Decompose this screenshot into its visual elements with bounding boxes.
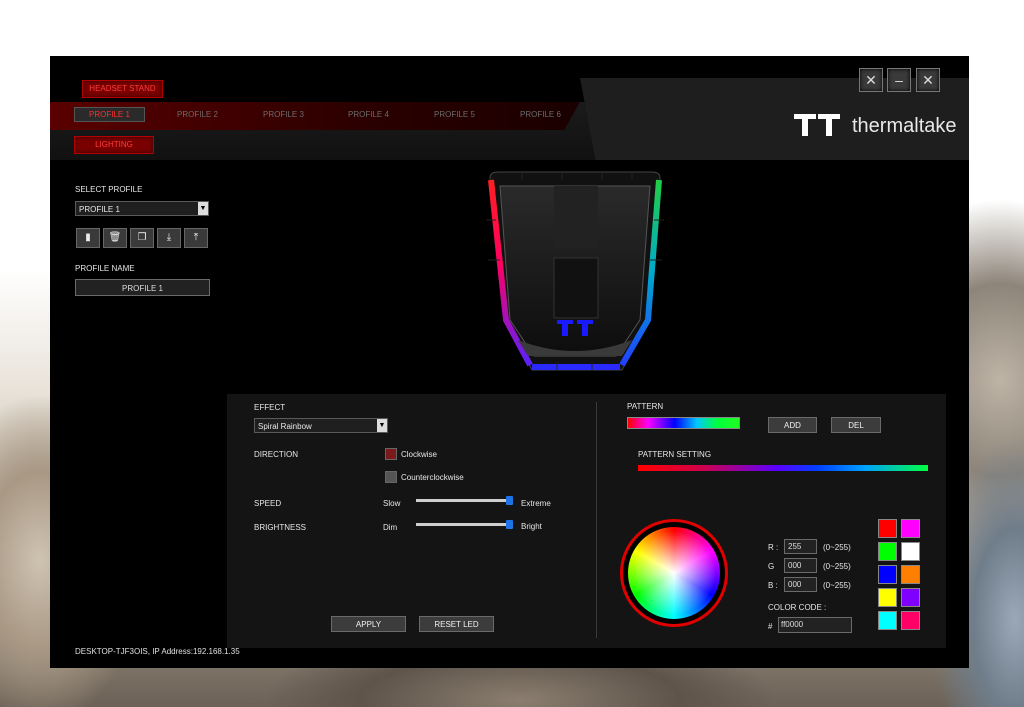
color-swatch[interactable] (901, 565, 920, 584)
effect-label: EFFECT (254, 403, 286, 412)
color-wheel[interactable] (628, 527, 720, 619)
import-icon: ⤓ (166, 232, 172, 243)
brightness-label: BRIGHTNESS (254, 523, 307, 532)
profile-name-input[interactable]: PROFILE 1 (75, 279, 210, 296)
color-swatch[interactable] (901, 611, 920, 630)
wrench-screwdriver-icon: ✕ (865, 72, 877, 88)
brightness-slider-handle[interactable] (506, 520, 513, 529)
color-swatch[interactable] (878, 519, 897, 538)
color-wheel-ring (620, 519, 728, 627)
speed-slider[interactable] (416, 496, 513, 505)
minimize-button[interactable]: – (887, 68, 911, 92)
brand-name: thermaltake (852, 114, 957, 137)
counterclockwise-label: Counterclockwise (401, 473, 464, 482)
tools-button[interactable]: ✕ (859, 68, 883, 92)
pattern-setting-bar[interactable] (638, 465, 928, 471)
counterclockwise-checkbox[interactable] (385, 471, 397, 483)
delete-pattern-button[interactable]: DEL (831, 417, 881, 433)
pattern-setting-label: PATTERN SETTING (638, 450, 712, 459)
reset-led-button[interactable]: RESET LED (419, 616, 494, 632)
lighting-button[interactable]: LIGHTING (74, 136, 154, 154)
apply-button[interactable]: APPLY (331, 616, 406, 632)
speed-slider-handle[interactable] (506, 496, 513, 505)
new-profile-button[interactable]: ▮ (76, 228, 100, 248)
delete-profile-button[interactable]: 🗑 (103, 228, 127, 248)
direction-label: DIRECTION (254, 450, 298, 459)
profile-name-label: PROFILE NAME (75, 264, 135, 273)
color-swatch[interactable] (878, 588, 897, 607)
thermaltake-logo: thermaltake (794, 114, 957, 138)
tt-logo-icon (794, 114, 840, 136)
panel-divider (596, 402, 597, 638)
import-profile-button[interactable]: ⤓ (157, 228, 181, 248)
r-label: R : (768, 543, 779, 552)
color-swatch[interactable] (878, 611, 897, 630)
color-swatch[interactable] (901, 542, 920, 561)
minus-icon: – (895, 72, 903, 88)
brightness-slider[interactable] (416, 520, 513, 529)
app-window: ✕ – ✕ HEADSET STAND LIGHTING PROFILE 1 PR… (50, 56, 969, 668)
r-range-label: (0~255) (823, 543, 851, 552)
speed-label: SPEED (254, 499, 282, 508)
tab-profile-5[interactable]: PROFILE 5 (434, 110, 475, 119)
r-input[interactable]: 255 (784, 539, 817, 554)
pattern-label: PATTERN (627, 402, 664, 411)
copy-icon: ❐ (137, 232, 147, 243)
export-icon: ⤒ (193, 232, 199, 243)
trash-icon: 🗑 (108, 232, 122, 243)
tab-profile-3[interactable]: PROFILE 3 (263, 110, 304, 119)
clockwise-label: Clockwise (401, 450, 438, 459)
copy-profile-button[interactable]: ❐ (130, 228, 154, 248)
headset-stand-button[interactable]: HEADSET STAND (82, 80, 163, 98)
profile-select-value: PROFILE 1 (79, 205, 120, 214)
machine-info: DESKTOP-TJF3OIS, IP Address:192.168.1.35 (75, 647, 240, 656)
headset-stand-preview (486, 171, 664, 371)
new-file-icon: ▮ (85, 232, 91, 243)
effect-select-value: Spiral Rainbow (258, 422, 312, 431)
close-icon: ✕ (922, 72, 934, 88)
b-input[interactable]: 000 (784, 577, 817, 592)
speed-min-label: Slow (383, 499, 401, 508)
select-profile-label: SELECT PROFILE (75, 185, 143, 194)
g-range-label: (0~255) (823, 562, 851, 571)
brightness-min-label: Dim (383, 523, 398, 532)
tab-profile-6[interactable]: PROFILE 6 (520, 110, 561, 119)
close-button[interactable]: ✕ (916, 68, 940, 92)
speed-max-label: Extreme (521, 499, 551, 508)
tab-profile-4[interactable]: PROFILE 4 (348, 110, 389, 119)
add-pattern-button[interactable]: ADD (768, 417, 817, 433)
color-swatch[interactable] (878, 565, 897, 584)
g-label: G (768, 562, 775, 571)
profile-select[interactable]: PROFILE 1 ▼ (75, 201, 209, 216)
g-input[interactable]: 000 (784, 558, 817, 573)
chevron-down-icon: ▼ (377, 419, 387, 432)
pattern-preview[interactable] (627, 417, 740, 429)
tab-profile-2[interactable]: PROFILE 2 (177, 110, 218, 119)
tab-profile-1[interactable]: PROFILE 1 (74, 107, 145, 122)
hash-label: # (768, 622, 773, 631)
export-profile-button[interactable]: ⤒ (184, 228, 208, 248)
chevron-down-icon: ▼ (198, 202, 208, 215)
b-range-label: (0~255) (823, 581, 851, 590)
color-code-label: COLOR CODE : (768, 603, 827, 612)
color-swatch[interactable] (901, 519, 920, 538)
color-code-input[interactable]: ff0000 (778, 617, 852, 633)
settings-panel: EFFECT Spiral Rainbow ▼ DIRECTION Clockw… (227, 394, 946, 648)
b-label: B : (768, 581, 778, 590)
brightness-max-label: Bright (521, 522, 542, 531)
clockwise-checkbox[interactable] (385, 448, 397, 460)
effect-select[interactable]: Spiral Rainbow ▼ (254, 418, 388, 433)
color-swatch[interactable] (901, 588, 920, 607)
color-swatch[interactable] (878, 542, 897, 561)
